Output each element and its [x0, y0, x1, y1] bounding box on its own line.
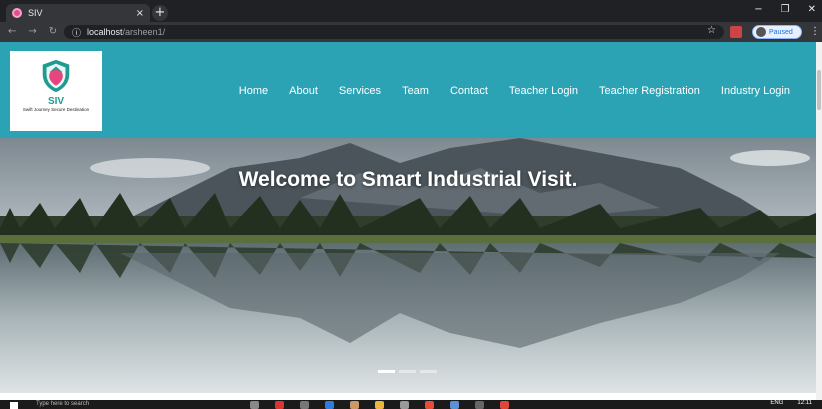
profile-button[interactable]: Paused	[752, 25, 802, 39]
hero-title: Welcome to Smart Industrial Visit.	[238, 168, 578, 191]
window-controls: − ❐ ✕	[754, 4, 816, 15]
opera-icon[interactable]	[275, 401, 284, 409]
app-icon[interactable]	[350, 401, 359, 409]
nav-teacher-registration[interactable]: Teacher Registration	[599, 85, 700, 97]
clock[interactable]: 12:11	[797, 400, 812, 406]
forward-icon[interactable]: →	[28, 26, 36, 37]
calculator-icon[interactable]	[300, 401, 309, 409]
browser-tabstrip: SIV × + − ❐ ✕	[0, 0, 822, 22]
vscode-icon[interactable]	[325, 401, 334, 409]
reload-icon[interactable]: ↻	[49, 26, 57, 37]
extension-icon[interactable]	[730, 26, 742, 38]
task-view-icon[interactable]	[250, 401, 259, 409]
language-indicator[interactable]: ENG	[770, 400, 783, 406]
taskbar-search-input[interactable]: Type here to search	[36, 401, 236, 409]
nav-contact[interactable]: Contact	[450, 85, 488, 97]
site-header: SIV Swift Journey Secure Destination Hom…	[0, 42, 816, 138]
restore-icon[interactable]: ❐	[781, 4, 790, 15]
chrome-profile-icon[interactable]	[500, 401, 509, 409]
main-nav: Home About Services Team Contact Teacher…	[239, 85, 790, 97]
windows-start-icon[interactable]	[10, 402, 18, 409]
photos-icon[interactable]	[450, 401, 459, 409]
tab-close-icon[interactable]: ×	[136, 8, 144, 19]
browser-menu-icon[interactable]: ⋮	[810, 26, 820, 37]
logo-name: SIV	[47, 96, 65, 107]
url-path: /arsheen1/	[122, 27, 166, 37]
carousel-indicators	[378, 370, 437, 373]
favicon-icon	[12, 8, 22, 18]
notes-icon[interactable]	[400, 401, 409, 409]
nav-home[interactable]: Home	[239, 85, 268, 97]
terminal-icon[interactable]	[475, 401, 484, 409]
url-host: localhost	[87, 27, 123, 37]
chrome-icon[interactable]	[425, 401, 434, 409]
page-scrollbar[interactable]	[816, 42, 822, 400]
avatar	[756, 27, 766, 37]
browser-toolbar: ← → ↻ ⓘ localhost/arsheen1/ ☆ Paused ⋮	[0, 22, 822, 42]
address-bar[interactable]: ⓘ localhost/arsheen1/ ☆	[64, 25, 724, 39]
browser-tab[interactable]: SIV ×	[6, 4, 150, 22]
minimize-icon[interactable]: −	[754, 4, 762, 15]
logo-tagline: Swift Journey Secure Destination	[22, 107, 90, 112]
system-tray: ENG 12:11	[770, 400, 812, 406]
taskbar-apps	[250, 401, 509, 409]
carousel-indicator-1[interactable]	[378, 370, 395, 373]
os-taskbar: Type here to search ENG 12:11	[0, 400, 822, 409]
carousel-indicator-2[interactable]	[399, 370, 416, 373]
site-info-icon[interactable]: ⓘ	[72, 26, 81, 39]
close-window-icon[interactable]: ✕	[808, 4, 816, 15]
tab-title: SIV	[28, 8, 43, 18]
profile-status: Paused	[769, 28, 793, 36]
scrollbar-thumb[interactable]	[817, 70, 821, 110]
webpage: SIV Swift Journey Secure Destination Hom…	[0, 42, 822, 400]
nav-services[interactable]: Services	[339, 85, 381, 97]
browser-nav: ← → ↻	[8, 26, 57, 37]
new-tab-button[interactable]: +	[152, 5, 168, 21]
back-icon[interactable]: ←	[8, 26, 16, 37]
nav-teacher-login[interactable]: Teacher Login	[509, 85, 578, 97]
nav-about[interactable]: About	[289, 85, 318, 97]
nav-industry-login[interactable]: Industry Login	[721, 85, 790, 97]
site-logo[interactable]: SIV Swift Journey Secure Destination	[10, 51, 102, 131]
hero-carousel: Welcome to Smart Industrial Visit.	[0, 138, 816, 393]
file-explorer-icon[interactable]	[375, 401, 384, 409]
carousel-indicator-3[interactable]	[420, 370, 437, 373]
logo-emblem-icon	[42, 59, 70, 93]
bookmark-star-icon[interactable]: ☆	[707, 25, 716, 36]
nav-team[interactable]: Team	[402, 85, 429, 97]
